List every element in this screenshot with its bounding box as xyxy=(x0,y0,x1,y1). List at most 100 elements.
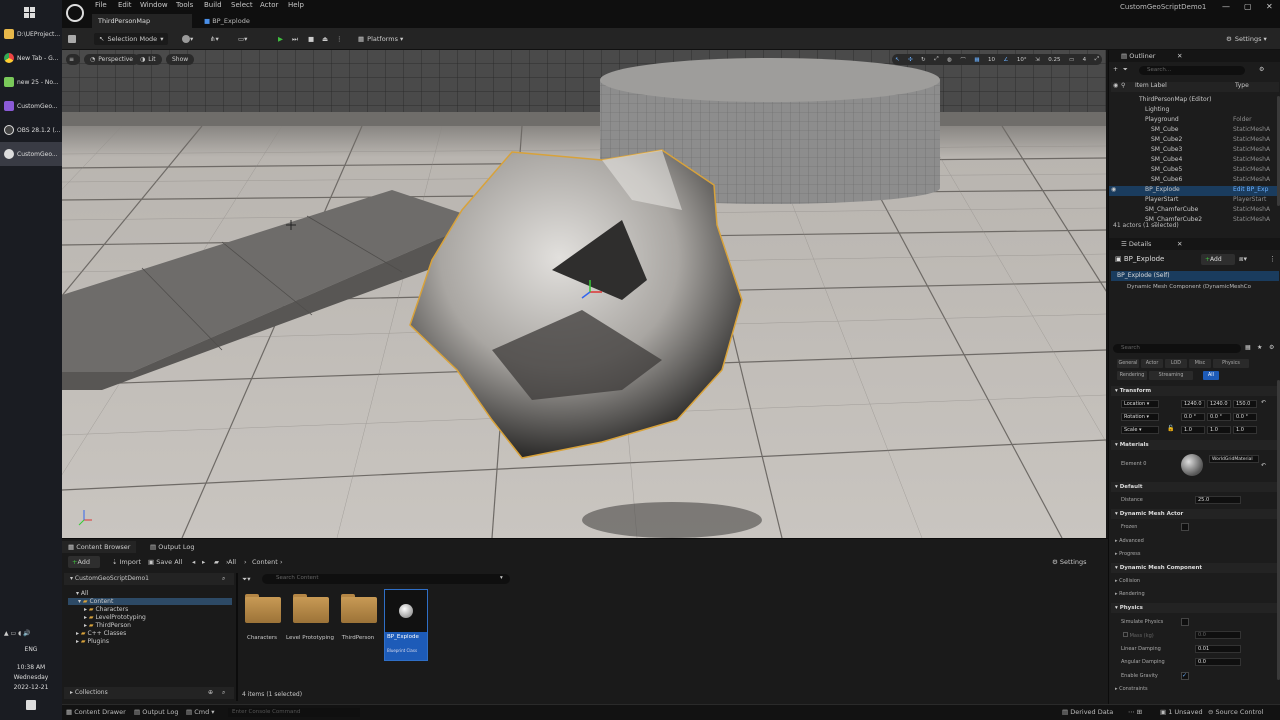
lock-scale-icon[interactable]: 🔓 xyxy=(1167,425,1174,432)
unsaved-button[interactable]: ▣ 1 Unsaved xyxy=(1160,708,1203,716)
linear-damping-input[interactable]: 0.01 xyxy=(1195,645,1241,653)
menu-help[interactable]: Help xyxy=(288,1,304,9)
outliner-row[interactable]: SM_Cube5 StaticMeshA xyxy=(1109,166,1277,176)
language-indicator[interactable]: ENG xyxy=(0,646,62,653)
surface-snap-icon[interactable]: ⌒ xyxy=(960,56,966,64)
clock-time[interactable]: 10:38 AM xyxy=(0,664,62,671)
outliner-add-icon[interactable]: + xyxy=(1113,66,1118,73)
rotation-x-input[interactable]: 0.0 ° xyxy=(1181,413,1205,421)
section-dynamic-mesh-component[interactable]: ▾ Dynamic Mesh Component xyxy=(1111,563,1277,573)
menu-edit[interactable]: Edit xyxy=(118,1,132,9)
asset-folder-thirdperson[interactable] xyxy=(338,591,378,631)
section-default[interactable]: ▾ Default xyxy=(1111,482,1277,492)
select-tool-icon[interactable]: ↖ xyxy=(895,57,900,63)
details-add-button[interactable]: +Add xyxy=(1201,254,1235,265)
property-matrix-icon[interactable]: ▦ xyxy=(1245,344,1251,351)
grid-snap-icon[interactable]: ▦ xyxy=(974,57,979,63)
blueprints-icon[interactable]: ⋔▾ xyxy=(210,33,219,45)
windows-start-icon[interactable] xyxy=(24,4,36,18)
tree-levelprototyping[interactable]: ▸ ▰ LevelPrototyping xyxy=(84,614,146,621)
outliner-row[interactable]: Lighting xyxy=(1109,106,1277,116)
mass-input[interactable]: 0.0 xyxy=(1195,631,1241,639)
menu-build[interactable]: Build xyxy=(204,1,222,9)
visibility-eye-icon[interactable]: ◉ xyxy=(1111,186,1116,193)
rendering-group[interactable]: ▸ Rendering xyxy=(1115,591,1145,597)
settings-dropdown[interactable]: ⚙ Settings ▾ xyxy=(1226,33,1267,45)
taskbar-item-unreal[interactable]: CustomGeo... xyxy=(0,142,62,166)
outliner-row[interactable]: SM_Cube4 StaticMeshA xyxy=(1109,156,1277,166)
minimize-button[interactable]: — xyxy=(1222,2,1230,11)
play-button[interactable]: ▶ xyxy=(278,33,283,45)
breadcrumb-content[interactable]: Content xyxy=(252,558,278,566)
material-thumbnail[interactable] xyxy=(1181,454,1203,476)
filter-icon[interactable]: ⏷▾ xyxy=(242,575,250,584)
location-y-input[interactable]: 1240.0 xyxy=(1207,400,1231,408)
selection-mode-dropdown[interactable]: ↖ Selection Mode ▾ xyxy=(94,33,169,45)
outliner-row[interactable]: ThirdPersonMap (Editor) xyxy=(1109,96,1277,106)
scale-y-input[interactable]: 1.0 xyxy=(1207,426,1231,434)
lit-dropdown[interactable]: ◑ Lit xyxy=(134,54,162,65)
step-button[interactable]: ⏭ xyxy=(292,33,298,45)
details-tab[interactable]: ☰ Details ✕ xyxy=(1109,238,1280,250)
outliner-row[interactable]: PlayerStart PlayerStart xyxy=(1109,196,1277,206)
filter-tab[interactable]: General xyxy=(1117,359,1139,368)
location-x-input[interactable]: 1240.0 xyxy=(1181,400,1205,408)
tab-bp-explode[interactable]: ■ BP_Explode xyxy=(198,14,268,28)
show-dropdown[interactable]: Show xyxy=(166,54,195,65)
rotation-dropdown[interactable]: Rotation ▾ xyxy=(1121,413,1159,421)
collections-header[interactable]: ▸ Collections ⊕ ⌕ xyxy=(64,687,234,699)
filter-tab[interactable]: LOD xyxy=(1165,359,1187,368)
scale-dropdown[interactable]: Scale ▾ xyxy=(1121,426,1159,434)
camera-speed-value[interactable]: 4 xyxy=(1083,57,1087,63)
project-header[interactable]: ▾ CustomGeoScriptDemo1 ⌕ xyxy=(64,573,234,585)
notification-icon[interactable] xyxy=(26,700,36,710)
outliner-row[interactable]: SM_Cube2 StaticMeshA xyxy=(1109,136,1277,146)
rotation-y-input[interactable]: 0.0 ° xyxy=(1207,413,1231,421)
tree-plugins[interactable]: ▸ ▰ Plugins xyxy=(76,638,109,645)
details-search-input[interactable]: Search xyxy=(1113,344,1241,353)
save-icon[interactable] xyxy=(68,33,76,45)
tree-content[interactable]: ▾ ▰ Content xyxy=(68,598,232,605)
outliner-tab[interactable]: ▤ Outliner ✕ xyxy=(1109,50,1280,62)
rotate-tool-icon[interactable]: ↻ xyxy=(921,57,926,63)
platforms-dropdown[interactable]: ▦ Platforms ▾ xyxy=(358,33,403,45)
history-forward-icon[interactable]: ▸ xyxy=(202,558,205,566)
output-log-button[interactable]: ▤ Output Log xyxy=(134,708,178,716)
item-label-header[interactable]: Item Label xyxy=(1135,82,1167,89)
cmd-dropdown[interactable]: ▤ Cmd ▾ xyxy=(186,708,215,716)
reset-location-icon[interactable]: ↶ xyxy=(1261,399,1266,406)
filter-tab[interactable]: All xyxy=(1203,371,1219,380)
search-icon[interactable]: ⌕ xyxy=(222,689,225,697)
filter-tab[interactable]: Physics xyxy=(1213,359,1249,368)
outliner-search-input[interactable]: Search... xyxy=(1139,66,1245,75)
section-physics[interactable]: ▾ Physics xyxy=(1111,603,1277,613)
location-dropdown[interactable]: Location ▾ xyxy=(1121,400,1159,408)
outliner-row[interactable]: Playground Folder xyxy=(1109,116,1277,126)
scale-snap-icon[interactable]: ⇲ xyxy=(1035,57,1040,63)
outliner-filter-icon[interactable]: ⏷ xyxy=(1123,66,1128,74)
content-search-input[interactable]: Search Content ▾ xyxy=(262,574,510,584)
tray-icons[interactable]: ▲ ▭ ◖ 🔊 xyxy=(4,630,58,638)
cb-import-button[interactable]: ⇣ Import xyxy=(112,558,141,566)
filter-tab[interactable]: Actor xyxy=(1141,359,1163,368)
scale-x-input[interactable]: 1.0 xyxy=(1181,426,1205,434)
taskbar-item-notepad[interactable]: new 25 - No... xyxy=(0,70,62,94)
breadcrumb-chevron-icon[interactable]: › xyxy=(280,558,283,566)
rotation-snap-value[interactable]: 10° xyxy=(1017,57,1027,63)
source-control-button[interactable]: ⊖ Source Control xyxy=(1208,708,1263,716)
taskbar-item-visual-studio[interactable]: CustomGeo... xyxy=(0,94,62,118)
simulate-physics-checkbox[interactable] xyxy=(1181,618,1189,626)
asset-folder-characters[interactable] xyxy=(242,591,282,631)
outliner-row[interactable]: SM_ChamferCube StaticMeshA xyxy=(1109,206,1277,216)
tree-thirdperson[interactable]: ▸ ▰ ThirdPerson xyxy=(84,622,131,629)
close-button[interactable]: ✕ xyxy=(1266,2,1273,11)
tree-all[interactable]: ▾ All xyxy=(76,590,88,597)
asset-folder-levelprototyping[interactable] xyxy=(290,591,330,631)
material-picker[interactable]: WorldGridMaterial xyxy=(1209,455,1259,463)
distance-input[interactable]: 25.0 xyxy=(1195,496,1241,504)
type-header[interactable]: Type xyxy=(1235,82,1249,89)
angular-damping-input[interactable]: 0.0 xyxy=(1195,658,1241,666)
history-back-icon[interactable]: ◂ xyxy=(192,558,195,566)
favorites-icon[interactable]: ★ xyxy=(1257,344,1262,351)
scale-tool-icon[interactable]: ⤢ xyxy=(934,56,938,63)
